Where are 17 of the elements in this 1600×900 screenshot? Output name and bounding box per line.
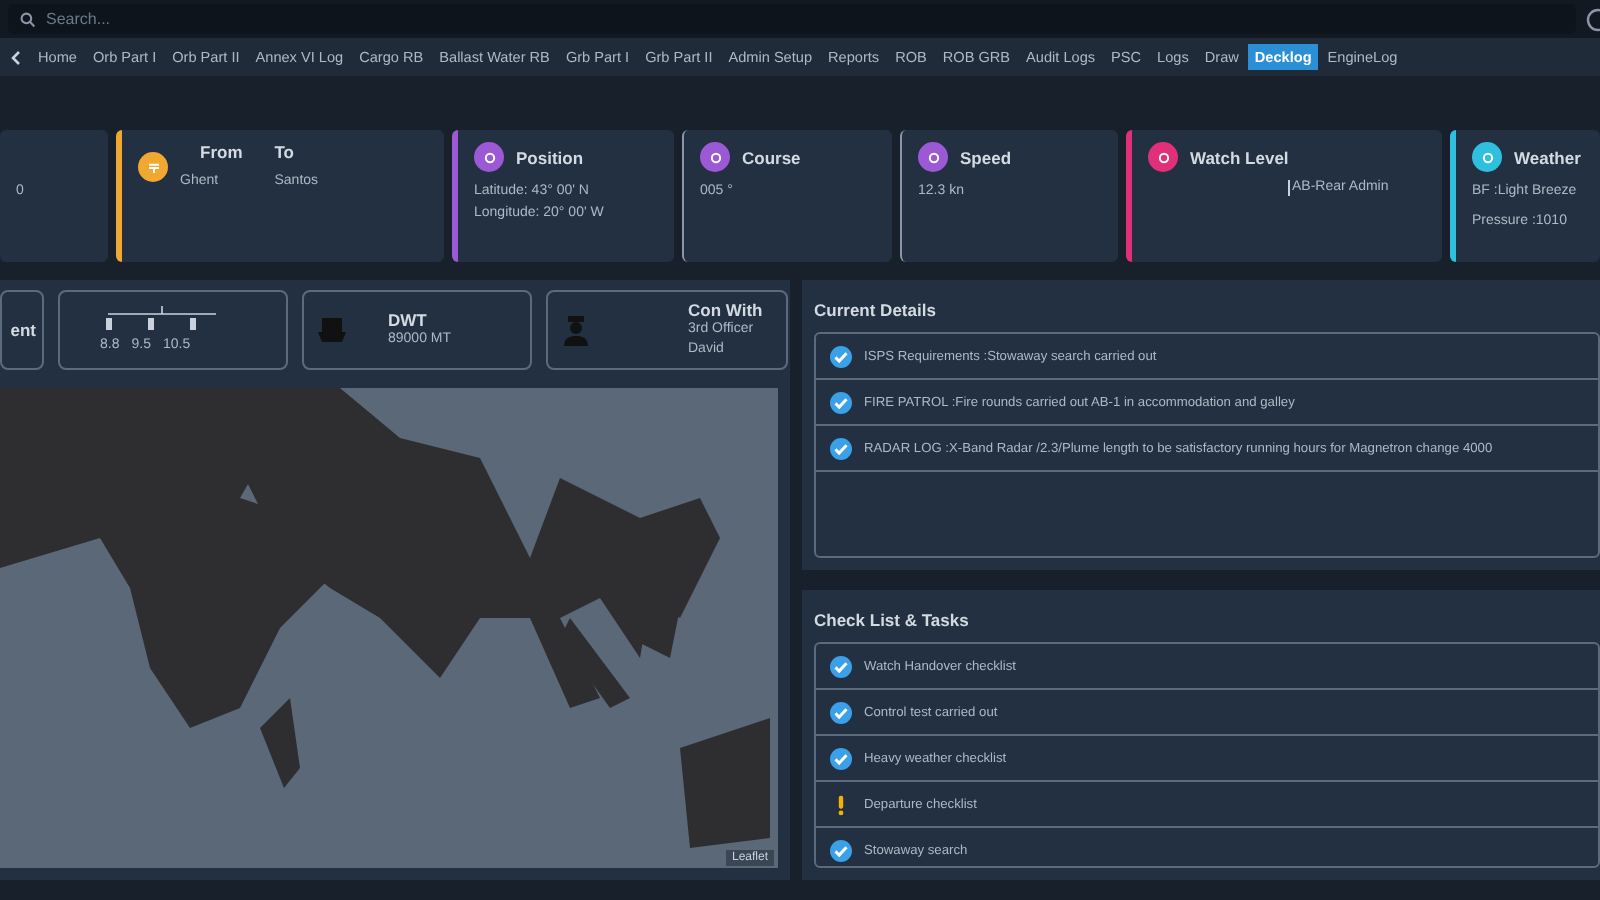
card-title: ent (10, 320, 36, 340)
card-title: To (274, 142, 297, 162)
card-title: Speed (960, 147, 1012, 167)
card-title: Con With (688, 299, 763, 319)
search-icon (20, 11, 36, 27)
panel-title: Current Details (814, 300, 938, 320)
panel-title: Check List & Tasks (814, 610, 971, 630)
cargo-icon (316, 314, 348, 346)
card-title: Position (516, 147, 584, 167)
card-title: From (200, 142, 243, 162)
chevron-left-icon[interactable] (10, 49, 22, 65)
card-title: Course (742, 147, 801, 167)
search-field[interactable]: Search... (8, 4, 1576, 34)
officer-icon (560, 314, 592, 346)
card-title: Watch Level (1190, 147, 1289, 167)
card-title: Weather (1514, 147, 1581, 167)
card-title: DWT (388, 309, 429, 330)
